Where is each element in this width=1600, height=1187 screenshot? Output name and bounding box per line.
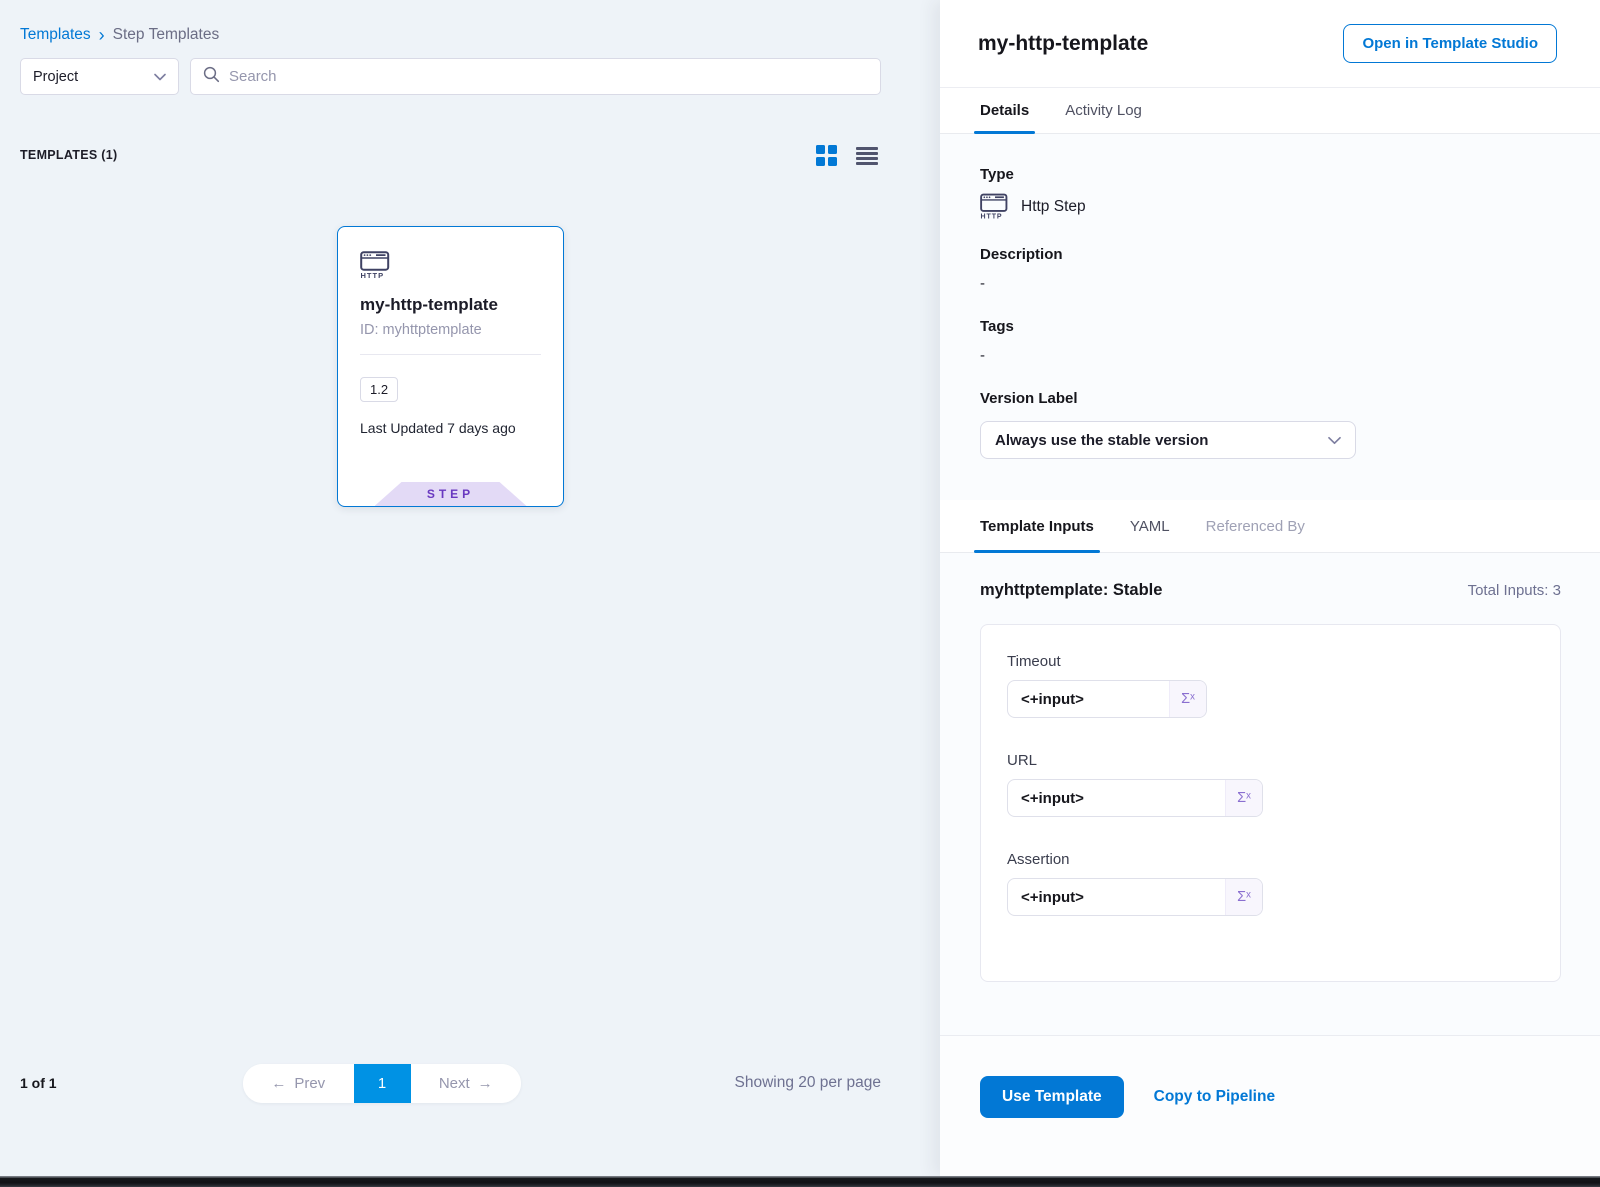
copy-to-pipeline-link[interactable]: Copy to Pipeline: [1154, 1076, 1275, 1106]
search-icon: [203, 66, 220, 88]
per-page-label: Showing 20 per page: [580, 1074, 881, 1092]
next-page-button[interactable]: Next →: [411, 1064, 522, 1103]
url-field: URL <+input> Σˣ: [1007, 752, 1534, 817]
type-label: Type: [980, 166, 1557, 183]
search-input[interactable]: [229, 68, 868, 85]
chevron-down-icon: [1328, 432, 1341, 449]
list-icon: [856, 147, 878, 150]
inputs-heading: myhttptemplate: Stable: [980, 581, 1162, 600]
template-details-drawer: my-http-template Open in Template Studio…: [940, 0, 1600, 1176]
tab-yaml[interactable]: YAML: [1130, 500, 1170, 552]
expression-sigma-icon[interactable]: Σˣ: [1169, 681, 1206, 717]
pagination: ← Prev 1 Next →: [243, 1064, 521, 1103]
assertion-label: Assertion: [1007, 851, 1534, 868]
page: Templates › Step Templates Project TEMPL…: [0, 0, 1600, 1187]
card-last-updated: Last Updated 7 days ago: [360, 420, 541, 436]
svg-text:HTTP: HTTP: [980, 214, 1002, 220]
breadcrumb: Templates › Step Templates: [20, 26, 219, 44]
http-step-icon: HTTP: [360, 251, 563, 279]
version-select-value: Always use the stable version: [995, 432, 1208, 449]
expression-sigma-icon[interactable]: Σˣ: [1225, 879, 1262, 915]
tab-details[interactable]: Details: [980, 88, 1029, 133]
details-tab-bar: Details Activity Log: [940, 88, 1600, 134]
templates-count-header: TEMPLATES (1): [20, 148, 117, 162]
inputs-tab-bar: Template Inputs YAML Referenced By: [940, 500, 1600, 553]
http-step-icon: HTTP: [980, 193, 1010, 220]
arrow-right-icon: →: [478, 1075, 493, 1092]
list-view-toggle[interactable]: [856, 147, 878, 165]
type-value: Http Step: [1021, 198, 1086, 216]
assertion-input[interactable]: <+input>: [1008, 879, 1225, 915]
scope-select-value: Project: [33, 69, 78, 85]
description-label: Description: [980, 246, 1557, 263]
inputs-card: Timeout <+input> Σˣ URL <+input> Σˣ Asse…: [980, 624, 1561, 982]
timeout-input[interactable]: <+input>: [1008, 681, 1169, 717]
step-type-ribbon: STEP: [375, 482, 527, 506]
tags-value: -: [980, 347, 1557, 364]
chevron-down-icon: [154, 69, 166, 85]
template-inputs-section: myhttptemplate: Stable Total Inputs: 3 T…: [940, 553, 1600, 1035]
details-section: Type HTTP Http Step Description - Tags -: [940, 134, 1600, 500]
url-label: URL: [1007, 752, 1534, 769]
template-list-panel: Templates › Step Templates Project TEMPL…: [0, 0, 940, 1176]
assertion-field: Assertion <+input> Σˣ: [1007, 851, 1534, 916]
scope-select[interactable]: Project: [20, 58, 179, 95]
tab-template-inputs[interactable]: Template Inputs: [980, 500, 1094, 552]
version-badge: 1.2: [360, 377, 398, 402]
description-value: -: [980, 275, 1557, 292]
breadcrumb-templates-link[interactable]: Templates: [20, 26, 91, 44]
arrow-left-icon: ←: [271, 1075, 286, 1092]
card-title: my-http-template: [360, 295, 541, 315]
grid-icon: [816, 145, 825, 154]
breadcrumb-current: Step Templates: [113, 26, 220, 44]
timeout-field: Timeout <+input> Σˣ: [1007, 653, 1534, 718]
timeout-label: Timeout: [1007, 653, 1534, 670]
chevron-right-icon: ›: [99, 26, 105, 44]
tags-label: Tags: [980, 318, 1557, 335]
page-1-button[interactable]: 1: [354, 1064, 411, 1103]
card-id: ID: myhttptemplate: [360, 322, 541, 338]
drawer-footer: Use Template Copy to Pipeline: [940, 1035, 1600, 1176]
version-select[interactable]: Always use the stable version: [980, 421, 1356, 459]
drawer-header: my-http-template Open in Template Studio: [940, 0, 1600, 88]
grid-view-toggle[interactable]: [816, 145, 837, 166]
card-divider: [360, 354, 541, 355]
tab-activity-log[interactable]: Activity Log: [1065, 88, 1142, 133]
template-card[interactable]: HTTP my-http-template ID: myhttptemplate…: [337, 226, 564, 507]
total-inputs-label: Total Inputs: 3: [1468, 582, 1561, 599]
tab-referenced-by[interactable]: Referenced By: [1206, 500, 1305, 552]
version-label: Version Label: [980, 390, 1557, 407]
desktop-edge-strip: [0, 1176, 1600, 1187]
drawer-title: my-http-template: [978, 32, 1148, 56]
expression-sigma-icon[interactable]: Σˣ: [1225, 780, 1262, 816]
prev-page-button[interactable]: ← Prev: [243, 1064, 354, 1103]
use-template-button[interactable]: Use Template: [980, 1076, 1124, 1118]
page-summary: 1 of 1: [20, 1075, 57, 1091]
search-box: [190, 58, 881, 95]
svg-text:HTTP: HTTP: [361, 271, 385, 279]
open-in-template-studio-button[interactable]: Open in Template Studio: [1343, 24, 1557, 63]
url-input[interactable]: <+input>: [1008, 780, 1225, 816]
